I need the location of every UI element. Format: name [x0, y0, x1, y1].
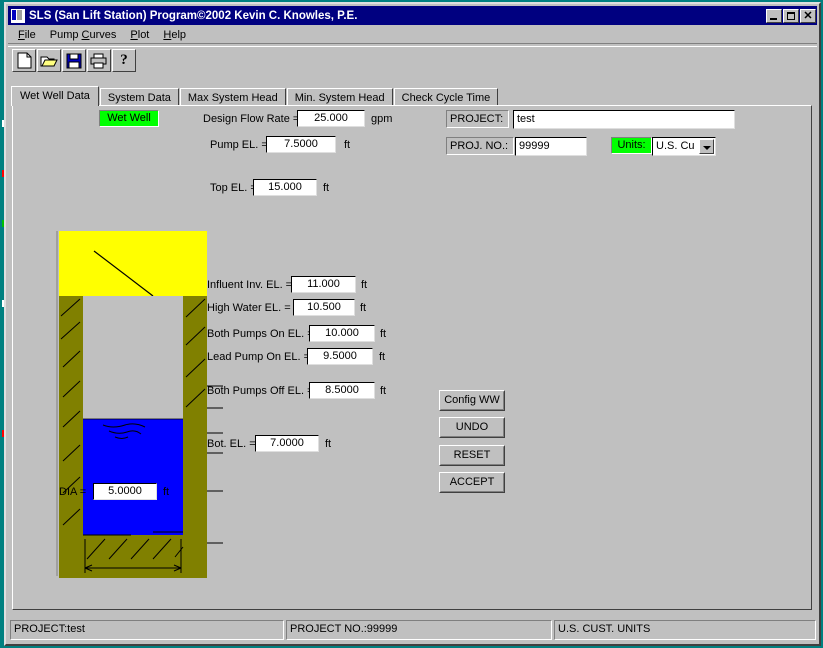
- tab-system-data[interactable]: System Data: [99, 88, 179, 106]
- new-file-icon: [17, 52, 32, 69]
- application-window: SLS (San Lift Station) Program©2002 Kevi…: [4, 2, 821, 646]
- menu-item-pump-curves[interactable]: Pump Curves: [44, 28, 125, 42]
- title-bar[interactable]: SLS (San Lift Station) Program©2002 Kevi…: [8, 6, 817, 25]
- design-flow-rate-label: Design Flow Rate =: [203, 113, 300, 125]
- units-label: Units:: [611, 137, 652, 154]
- menu-bar: File Pump Curves Plot Help: [6, 26, 819, 43]
- minimize-button[interactable]: [766, 8, 782, 23]
- top-el-input[interactable]: 15.000: [253, 179, 317, 196]
- wet-well-data-panel: Wet Well Design Flow Rate = 25.000 gpm P…: [12, 105, 812, 610]
- tab-min-system-head[interactable]: Min. System Head: [286, 88, 393, 106]
- influent-inv-el-input[interactable]: 11.000: [291, 276, 356, 293]
- new-file-button[interactable]: [12, 49, 36, 72]
- both-pumps-on-el-unit: ft: [380, 328, 387, 340]
- app-icon: [10, 7, 26, 24]
- dia-input[interactable]: 5.0000: [93, 483, 157, 500]
- top-el-unit: ft: [323, 182, 330, 194]
- both-pumps-off-el-label: Both Pumps Off EL. =: [207, 385, 314, 397]
- both-pumps-off-el-unit: ft: [380, 385, 387, 397]
- both-pumps-off-el-input[interactable]: 8.5000: [309, 382, 375, 399]
- tab-strip: Wet Well Data System Data Max System Hea…: [11, 86, 499, 106]
- help-question-icon: ?: [120, 52, 128, 68]
- lead-pump-on-el-input[interactable]: 9.5000: [307, 348, 373, 365]
- undo-button-label: UNDO: [440, 418, 504, 437]
- wet-well-diagram: [56, 231, 223, 578]
- design-flow-rate-unit: gpm: [371, 113, 393, 125]
- help-button[interactable]: ?: [112, 49, 136, 72]
- accept-button-label: ACCEPT: [440, 473, 504, 492]
- open-file-button[interactable]: [37, 49, 61, 72]
- save-disk-icon: [66, 53, 82, 69]
- lead-pump-on-el-label: Lead Pump On EL. =: [207, 351, 311, 363]
- status-units-panel: U.S. CUST. UNITS: [554, 620, 816, 640]
- pump-el-label: Pump EL. =: [210, 139, 268, 151]
- tab-max-system-head[interactable]: Max System Head: [179, 88, 286, 106]
- reset-button[interactable]: RESET: [439, 445, 505, 466]
- tab-check-cycle-time[interactable]: Check Cycle Time: [393, 88, 499, 106]
- influent-inv-el-label: Influent Inv. EL. =: [207, 279, 293, 291]
- menu-item-plot[interactable]: Plot: [124, 28, 157, 42]
- pump-el-input[interactable]: 7.5000: [266, 136, 336, 153]
- status-project-no-panel: PROJECT NO.:99999: [286, 620, 552, 640]
- print-icon: [90, 53, 108, 69]
- menu-item-file[interactable]: File: [12, 28, 44, 42]
- status-bar: PROJECT:test PROJECT NO.:99999 U.S. CUST…: [10, 620, 816, 640]
- maximize-button[interactable]: [783, 8, 799, 23]
- bot-el-input[interactable]: 7.0000: [255, 435, 319, 452]
- window-title: SLS (San Lift Station) Program©2002 Kevi…: [29, 9, 358, 22]
- status-project-panel: PROJECT:test: [10, 620, 284, 640]
- undo-button[interactable]: UNDO: [439, 417, 505, 438]
- toolbar: ?: [6, 47, 819, 74]
- tab-wet-well-data[interactable]: Wet Well Data: [11, 86, 99, 106]
- project-label: PROJECT:: [446, 110, 509, 128]
- high-water-el-label: High Water EL. =: [207, 302, 291, 314]
- save-button[interactable]: [62, 49, 86, 72]
- high-water-el-unit: ft: [360, 302, 367, 314]
- units-dropdown[interactable]: U.S. Cu: [652, 137, 716, 156]
- influent-inv-el-unit: ft: [361, 279, 368, 291]
- units-selected-value: U.S. Cu: [656, 140, 695, 152]
- accept-button[interactable]: ACCEPT: [439, 472, 505, 493]
- config-ww-button[interactable]: Config WW: [439, 390, 505, 411]
- design-flow-rate-input[interactable]: 25.000: [297, 110, 365, 127]
- bot-el-label: Bot. EL. =: [207, 438, 256, 450]
- proj-no-input[interactable]: 99999: [515, 137, 587, 156]
- proj-no-label: PROJ. NO.:: [446, 137, 514, 155]
- project-input[interactable]: test: [513, 110, 735, 129]
- open-folder-icon: [40, 53, 58, 69]
- dia-label: DIA =: [59, 486, 87, 498]
- close-button[interactable]: ✕: [800, 8, 816, 23]
- menu-item-help[interactable]: Help: [157, 28, 194, 42]
- bot-el-unit: ft: [325, 438, 332, 450]
- config-ww-button-label: Config WW: [440, 391, 504, 410]
- top-el-label: Top EL. =: [210, 182, 257, 194]
- print-button[interactable]: [87, 49, 111, 72]
- pump-el-unit: ft: [344, 139, 351, 151]
- chevron-down-icon[interactable]: [699, 139, 714, 154]
- lead-pump-on-el-unit: ft: [379, 351, 386, 363]
- high-water-el-input[interactable]: 10.500: [293, 299, 355, 316]
- reset-button-label: RESET: [440, 446, 504, 465]
- wet-well-title-label: Wet Well: [99, 110, 159, 127]
- both-pumps-on-el-label: Both Pumps On EL. =: [207, 328, 314, 340]
- both-pumps-on-el-input[interactable]: 10.000: [309, 325, 375, 342]
- dia-unit: ft: [163, 486, 170, 498]
